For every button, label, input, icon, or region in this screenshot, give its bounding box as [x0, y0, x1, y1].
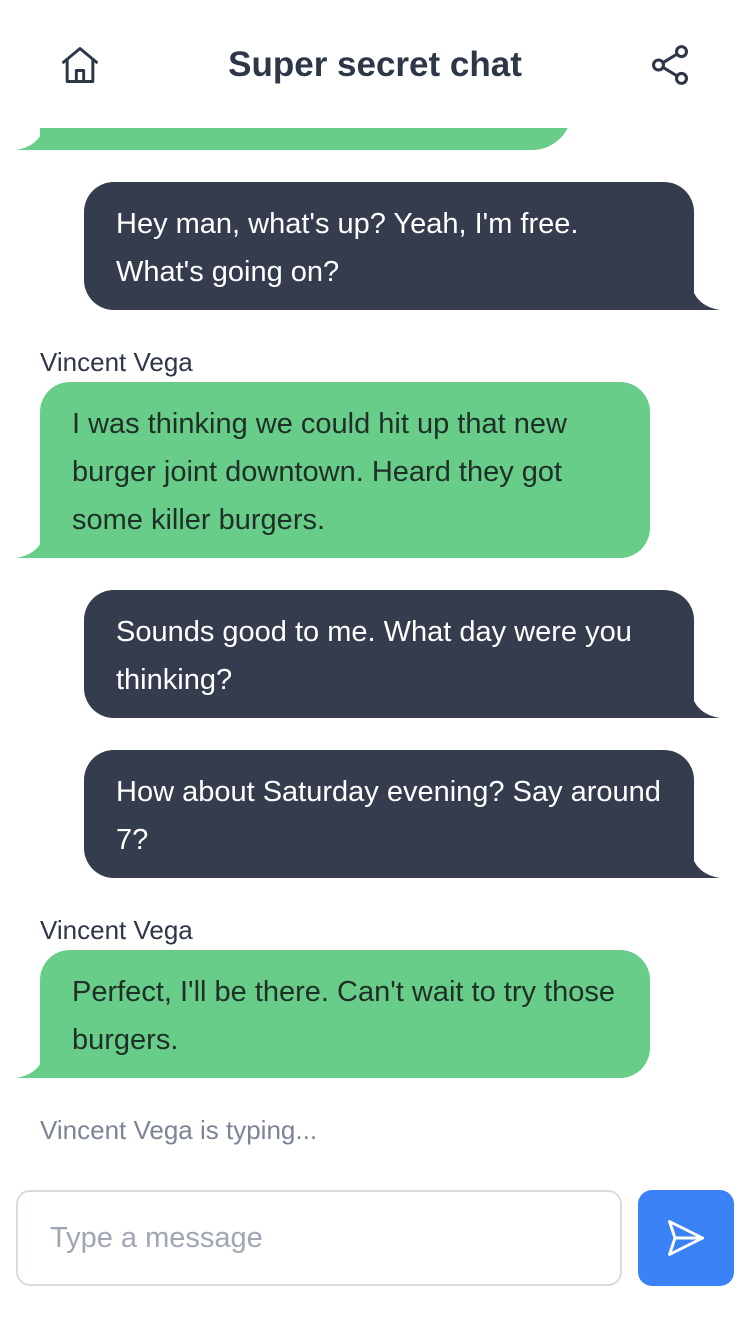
- share-button[interactable]: [643, 38, 697, 92]
- send-button[interactable]: [638, 1190, 734, 1286]
- bubble-tail: [690, 848, 720, 878]
- bubble-tail: [690, 688, 720, 718]
- message-list[interactable]: Hey man, what's up? Yeah, I'm free. What…: [0, 0, 750, 1170]
- message-text: Sounds good to me. What day were you thi…: [116, 616, 632, 696]
- message-sent: Sounds good to me. What day were you thi…: [84, 590, 694, 718]
- message-received: I was thinking we could hit up that new …: [40, 382, 650, 558]
- send-icon: [668, 1220, 704, 1256]
- typing-indicator: Vincent Vega is typing...: [40, 1115, 318, 1145]
- message-text: Perfect, I'll be there. Can't wait to tr…: [72, 976, 615, 1056]
- share-icon: [651, 45, 689, 85]
- message-text: Hey man, what's up? Yeah, I'm free. What…: [116, 208, 579, 288]
- bubble-tail: [16, 1048, 46, 1078]
- message-input[interactable]: [16, 1190, 622, 1286]
- bubble-tail: [16, 528, 46, 558]
- sender-name: Vincent Vega: [40, 915, 193, 945]
- bubble-tail: [690, 280, 720, 310]
- composer: [0, 1170, 750, 1334]
- message-sent: Hey man, what's up? Yeah, I'm free. What…: [84, 182, 694, 310]
- message-sent: How about Saturday evening? Say around 7…: [84, 750, 694, 878]
- message-received: Perfect, I'll be there. Can't wait to tr…: [40, 950, 650, 1078]
- message-text: I was thinking we could hit up that new …: [72, 408, 567, 536]
- chat-title: Super secret chat: [228, 45, 522, 84]
- chat-header: Super secret chat: [0, 0, 750, 128]
- message-text: How about Saturday evening? Say around 7…: [116, 776, 661, 856]
- sender-name: Vincent Vega: [40, 347, 193, 377]
